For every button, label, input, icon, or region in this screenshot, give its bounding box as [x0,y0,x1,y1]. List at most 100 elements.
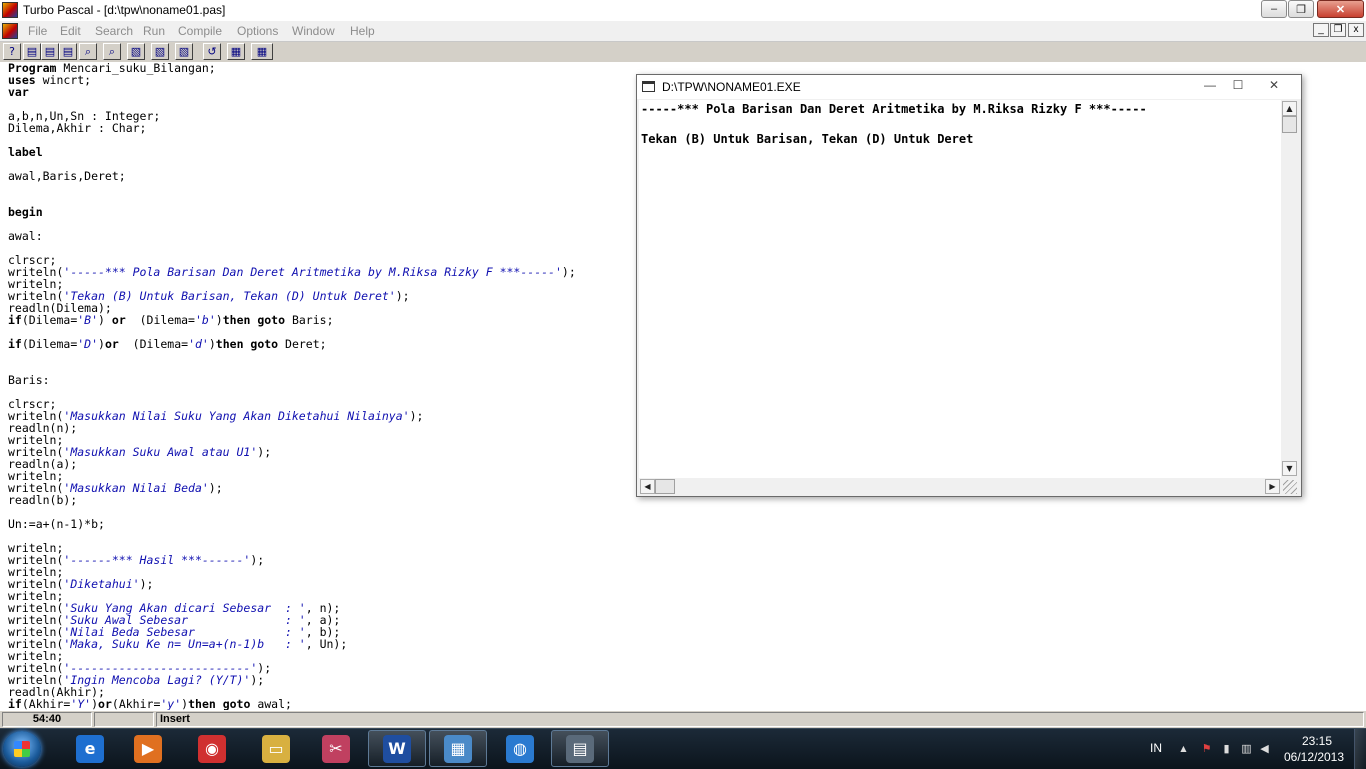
menu-options[interactable]: Options [237,24,278,38]
code-string: 'b' [195,313,216,327]
open-button[interactable]: ▤ [23,43,41,60]
language-indicator[interactable]: IN [1150,741,1162,755]
code-token: ) [98,337,105,351]
code-token: (Dilema= [21,313,78,327]
search-again-button[interactable]: ⌕ [103,43,121,60]
menu-file[interactable]: File [28,24,47,38]
code-line[interactable]: awal: [8,229,43,243]
code-line[interactable]: Dilema,Akhir : Char; [8,121,146,135]
taskbar: e ▶ ◉ ▭ ✂ W ▦ ◍ ▤ IN ▲ ⚑ ▮ ▥ ◀ 23:15 06/… [0,728,1366,769]
code-keyword: begin [8,205,43,219]
show-desktop-button[interactable] [1354,729,1366,769]
menu-window[interactable]: Window [292,24,335,38]
code-line[interactable]: if(Akhir='Y')or(Akhir='y')then goto awal… [8,697,292,710]
clock-time[interactable]: 23:15 [1290,734,1344,748]
menu-bar: File Edit Search Run Compile Options Win… [0,21,1366,42]
scroll-left-arrow-icon[interactable]: ◀ [640,479,655,494]
document-restore-button[interactable]: ❐ [1330,23,1346,37]
turbo-pascal-icon[interactable] [2,2,18,18]
save-button[interactable]: ▤ [41,43,59,60]
turbo-pascal-app[interactable]: ▤ [551,730,609,767]
code-token: ); [257,445,272,459]
code-token: ) [215,313,223,327]
code-line[interactable]: label [8,145,43,159]
code-string: 'd' [188,337,209,351]
title-bar: Turbo Pascal - [d:\tpw\noname01.pas] – ❐… [0,0,1366,22]
maximize-button[interactable]: ❐ [1288,0,1314,18]
horizontal-scroll-thumb[interactable] [655,479,675,494]
explorer-app[interactable]: ▭ [247,730,305,767]
compile-button[interactable]: ▦ [227,43,245,60]
code-token: (Dilema= [125,313,195,327]
word-app[interactable]: W [368,730,426,767]
globe-app[interactable]: ◍ [491,730,549,767]
console-maximize-button[interactable]: ☐ [1227,78,1249,92]
resize-grip[interactable] [1283,480,1297,494]
scroll-up-arrow-icon[interactable]: ▲ [1282,101,1297,116]
console-output[interactable]: -----*** Pola Barisan Dan Deret Aritmeti… [639,100,1281,478]
console-close-button[interactable]: ✕ [1263,78,1285,92]
network-app[interactable]: ▦ [429,730,487,767]
document-close-button[interactable]: x [1348,23,1364,37]
code-token: ); [139,577,154,591]
help-button[interactable]: ? [3,43,21,60]
code-token: (Akhir= [21,697,71,710]
menu-search[interactable]: Search [95,24,133,38]
make-button[interactable]: ▦ [251,43,273,60]
cut-button[interactable]: ▧ [127,43,145,60]
scroll-right-arrow-icon[interactable]: ▶ [1265,479,1280,494]
cursor-position: 54:40 [2,712,92,727]
volume-icon[interactable]: ◀ [1258,742,1271,755]
snipping-app[interactable]: ✂ [307,730,365,767]
code-line[interactable]: writeln('-----*** Pola Barisan Dan Deret… [8,265,576,279]
media-player-app[interactable]: ▶ [119,730,177,767]
code-token: Deret; [278,337,327,351]
code-token: (Akhir= [111,697,161,710]
code-token: ); [395,289,410,303]
scroll-down-arrow-icon[interactable]: ▼ [1282,461,1297,476]
flag-icon[interactable]: ⚑ [1200,742,1213,755]
save-as-button[interactable]: ▤ [59,43,77,60]
code-keyword: var [8,85,29,99]
vertical-scrollbar[interactable]: ▲ ▼ [1281,100,1298,478]
code-token: awal,Baris,Deret; [8,169,126,183]
copy-button[interactable]: ▧ [151,43,169,60]
code-line[interactable]: Un:=a+(n-1)*b; [8,517,105,531]
menu-edit[interactable]: Edit [60,24,81,38]
code-line[interactable]: awal,Baris,Deret; [8,169,126,183]
horizontal-scrollbar[interactable]: ◀ ▶ [639,478,1281,495]
code-string: 'Masukkan Nilai Beda' [63,481,209,495]
document-system-menu-icon[interactable] [2,23,18,39]
find-button[interactable]: ⌕ [79,43,97,60]
code-line[interactable]: var [8,85,29,99]
code-line[interactable]: readln(b); [8,493,77,507]
code-line[interactable]: if(Dilema='D')or (Dilema='d')then goto D… [8,337,327,351]
console-window[interactable]: D:\TPW\NONAME01.EXE — ☐ ✕ -----*** Pola … [636,74,1302,497]
paste-button[interactable]: ▧ [175,43,193,60]
clock-date[interactable]: 06/12/2013 [1278,750,1350,764]
ie-app[interactable]: e [61,730,119,767]
start-button[interactable] [3,731,41,767]
code-keyword: if [8,337,22,351]
close-button[interactable]: ✕ [1317,0,1364,18]
code-line[interactable]: Baris: [8,373,50,387]
vertical-scroll-thumb[interactable] [1282,116,1297,133]
menu-compile[interactable]: Compile [178,24,222,38]
console-title-bar[interactable]: D:\TPW\NONAME01.EXE — ☐ ✕ [637,75,1301,99]
chrome-app[interactable]: ◉ [183,730,241,767]
menu-run[interactable]: Run [143,24,165,38]
menu-help[interactable]: Help [350,24,375,38]
undo-button[interactable]: ↺ [203,43,221,60]
network-status-icon[interactable]: ▥ [1240,742,1253,755]
code-line[interactable]: begin [8,205,43,219]
console-minimize-button[interactable]: — [1199,78,1221,92]
code-keyword: if [8,313,22,327]
code-line[interactable]: if(Dilema='B') or (Dilema='b')then goto … [8,313,334,327]
source-code[interactable]: Program Mencari_suku_Bilangan; uses winc… [8,62,576,710]
show-hidden-icon[interactable]: ▲ [1177,742,1190,755]
document-minimize-button[interactable]: _ [1313,23,1329,37]
code-token: (Dilema= [118,337,189,351]
power-icon[interactable]: ▮ [1220,742,1233,755]
minimize-button[interactable]: – [1261,0,1287,18]
globe-icon: ◍ [506,734,534,763]
